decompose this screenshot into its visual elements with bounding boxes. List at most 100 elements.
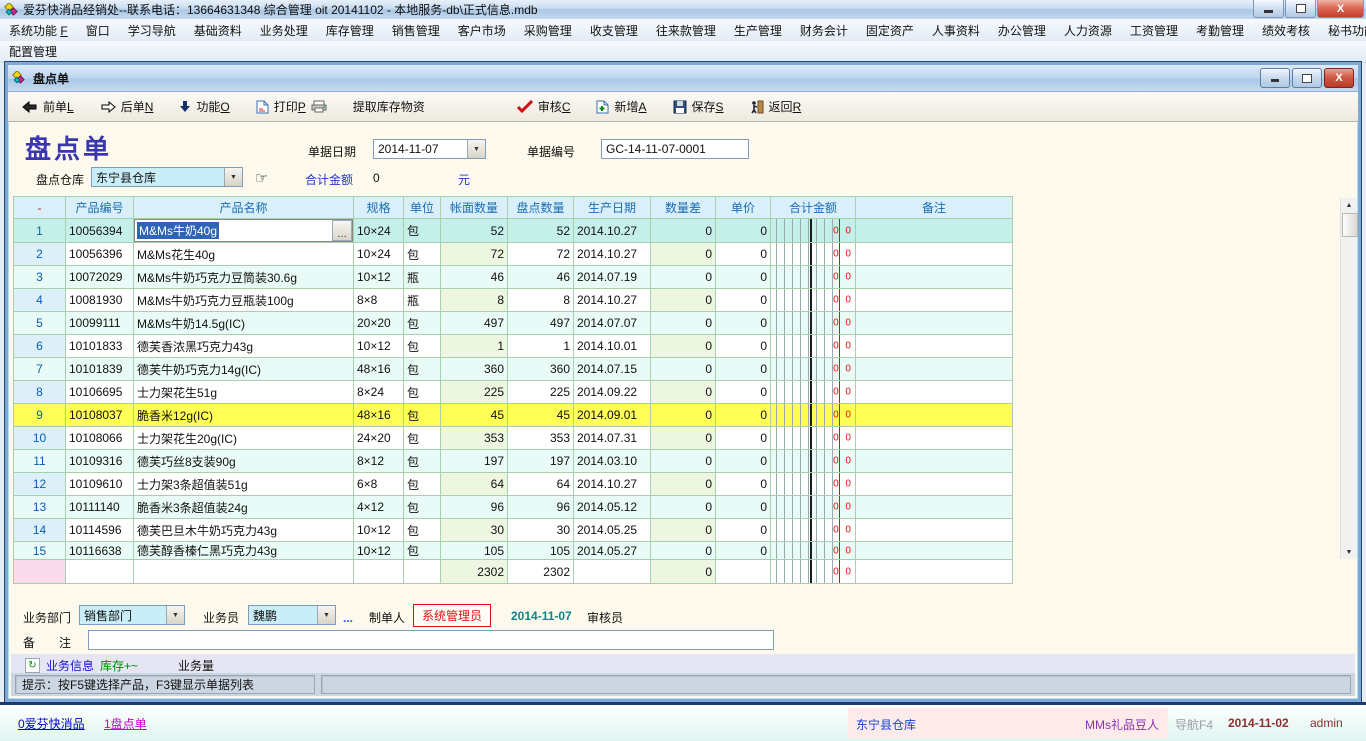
scroll-up-icon[interactable]: ▲ <box>1341 198 1357 212</box>
row-number-cell[interactable]: 2 <box>14 243 66 266</box>
menu-item[interactable]: 人力资源 <box>1055 20 1121 41</box>
book-qty-cell[interactable]: 497 <box>441 312 508 335</box>
qty-diff-cell[interactable]: 0 <box>651 266 716 289</box>
count-qty-cell[interactable]: 1 <box>508 335 574 358</box>
note-cell[interactable] <box>856 243 1013 266</box>
book-qty-cell[interactable]: 64 <box>441 473 508 496</box>
prod-date-cell[interactable]: 2014.09.22 <box>574 381 651 404</box>
spec-cell[interactable]: 48×16 <box>354 404 404 427</box>
product-code-cell[interactable]: 10108066 <box>66 427 134 450</box>
amount-ledger-cell[interactable]: 0 0 <box>771 560 856 584</box>
restore-button[interactable] <box>1285 0 1316 18</box>
price-cell[interactable]: 0 <box>716 404 771 427</box>
spec-cell[interactable]: 8×12 <box>354 450 404 473</box>
spec-cell[interactable]: 10×12 <box>354 266 404 289</box>
pointing-hand-icon[interactable]: ☞ <box>255 169 268 187</box>
row-number-cell[interactable]: 8 <box>14 381 66 404</box>
qty-diff-cell[interactable]: 0 <box>651 404 716 427</box>
prod-date-cell[interactable]: 2014.10.27 <box>574 289 651 312</box>
product-name-cell[interactable]: 脆香米12g(IC) <box>134 404 354 427</box>
menu-item[interactable]: 业务处理 <box>251 20 317 41</box>
menu-item[interactable]: 秘书功能 <box>1319 20 1366 41</box>
price-cell[interactable]: 0 <box>716 427 771 450</box>
qty-diff-cell[interactable]: 0 <box>651 473 716 496</box>
mdi-restore-button[interactable] <box>1292 68 1322 88</box>
prod-date-cell[interactable]: 2014.07.15 <box>574 358 651 381</box>
status-brand[interactable]: MMs礼品豆人 <box>1085 716 1159 733</box>
product-code-cell[interactable]: 10099111 <box>66 312 134 335</box>
dept-combo[interactable]: 销售部门 ▼ <box>79 605 185 625</box>
product-code-cell[interactable]: 10116638 <box>66 542 134 560</box>
amount-ledger-cell[interactable]: 0 0 <box>771 243 856 266</box>
menu-item[interactable]: 系统功能 F <box>0 20 77 41</box>
taskbar-tab-main[interactable]: 0爱芬快消品 <box>18 715 85 732</box>
count-qty-cell[interactable]: 46 <box>508 266 574 289</box>
book-qty-cell[interactable]: 45 <box>441 404 508 427</box>
amount-ledger-cell[interactable]: 0 0 <box>771 312 856 335</box>
qty-diff-cell[interactable]: 0 <box>651 450 716 473</box>
prod-date-cell[interactable]: 2014.03.10 <box>574 450 651 473</box>
amount-ledger-cell[interactable]: 0 0 <box>771 496 856 519</box>
note-cell[interactable] <box>856 450 1013 473</box>
count-qty-cell[interactable]: 72 <box>508 243 574 266</box>
count-qty-cell[interactable]: 197 <box>508 450 574 473</box>
count-qty-cell[interactable]: 225 <box>508 381 574 404</box>
count-qty-cell[interactable]: 64 <box>508 473 574 496</box>
note-input[interactable] <box>88 630 774 650</box>
print-button[interactable]: 打印P <box>256 98 327 115</box>
product-code-cell[interactable]: 10056396 <box>66 243 134 266</box>
count-qty-cell[interactable]: 497 <box>508 312 574 335</box>
book-qty-cell[interactable]: 197 <box>441 450 508 473</box>
prod-date-cell[interactable]: 2014.05.27 <box>574 542 651 560</box>
amount-ledger-cell[interactable]: 0 0 <box>771 335 856 358</box>
unit-cell[interactable]: 包 <box>404 219 441 243</box>
spec-cell[interactable]: 10×24 <box>354 243 404 266</box>
unit-cell[interactable]: 包 <box>404 381 441 404</box>
qty-diff-cell[interactable]: 0 <box>651 219 716 243</box>
amount-ledger-cell[interactable]: 0 0 <box>771 289 856 312</box>
count-qty-cell[interactable]: 360 <box>508 358 574 381</box>
product-code-cell[interactable]: 10056394 <box>66 219 134 243</box>
return-button[interactable]: 返回R <box>750 98 802 115</box>
amount-ledger-cell[interactable]: 0 0 <box>771 266 856 289</box>
maker-value[interactable]: 系统管理员 <box>413 604 491 627</box>
ellipsis-button[interactable]: … <box>332 220 352 241</box>
book-qty-cell[interactable]: 360 <box>441 358 508 381</box>
qty-diff-cell[interactable]: 0 <box>651 381 716 404</box>
price-cell[interactable]: 0 <box>716 542 771 560</box>
product-code-cell[interactable]: 10114596 <box>66 519 134 542</box>
unit-cell[interactable]: 包 <box>404 496 441 519</box>
product-name-cell[interactable]: 德芙醇香榛仁黑巧克力43g <box>134 542 354 560</box>
price-cell[interactable]: 0 <box>716 473 771 496</box>
book-qty-cell[interactable]: 8 <box>441 289 508 312</box>
book-qty-cell[interactable]: 30 <box>441 519 508 542</box>
price-cell[interactable]: 0 <box>716 335 771 358</box>
price-cell[interactable]: 0 <box>716 381 771 404</box>
note-cell[interactable] <box>856 404 1013 427</box>
product-name-cell[interactable]: M&Ms牛奶巧克力豆瓶装100g <box>134 289 354 312</box>
prod-date-cell[interactable]: 2014.10.01 <box>574 335 651 358</box>
row-number-cell[interactable]: 11 <box>14 450 66 473</box>
amount-ledger-cell[interactable]: 0 0 <box>771 450 856 473</box>
book-qty-cell[interactable]: 72 <box>441 243 508 266</box>
spec-cell[interactable]: 24×20 <box>354 427 404 450</box>
product-name-cell[interactable]: 德芙巴旦木牛奶巧克力43g <box>134 519 354 542</box>
product-name-cell[interactable]: 德芙牛奶巧克力14g(IC) <box>134 358 354 381</box>
note-cell[interactable] <box>856 542 1013 560</box>
unit-cell[interactable]: 包 <box>404 243 441 266</box>
menu-item[interactable]: 生产管理 <box>725 20 791 41</box>
product-code-cell[interactable]: 10108037 <box>66 404 134 427</box>
row-number-cell[interactable]: 1 <box>14 219 66 243</box>
note-cell[interactable] <box>856 519 1013 542</box>
book-qty-cell[interactable]: 225 <box>441 381 508 404</box>
menu-item[interactable]: 客户市场 <box>449 20 515 41</box>
price-cell[interactable]: 0 <box>716 289 771 312</box>
spec-cell[interactable]: 20×20 <box>354 312 404 335</box>
amount-ledger-cell[interactable]: 0 0 <box>771 219 856 243</box>
menu-item[interactable]: 绩效考核 <box>1253 20 1319 41</box>
spec-cell[interactable]: 8×24 <box>354 381 404 404</box>
price-cell[interactable]: 0 <box>716 219 771 243</box>
menu-item[interactable]: 配置管理 <box>0 41 66 62</box>
unit-cell[interactable]: 包 <box>404 542 441 560</box>
qty-diff-cell[interactable]: 0 <box>651 427 716 450</box>
